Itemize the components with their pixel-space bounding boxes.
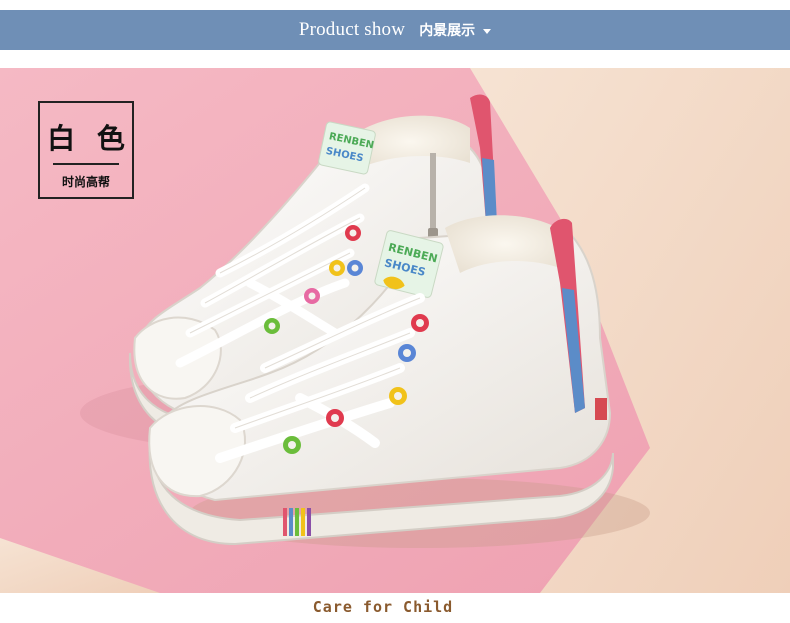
- color-tag-divider: [53, 163, 119, 165]
- color-tag-subtitle: 时尚高帮: [61, 175, 110, 189]
- product-photo: RENBEN SHOES RENBEN SHOES 白 色 时尚高帮: [0, 68, 790, 593]
- caret-down-icon[interactable]: [483, 28, 492, 34]
- footer-slogan: Care for Child: [312, 598, 454, 616]
- section-title: Product show: [298, 19, 406, 40]
- section-header-bar: Product show 内景展示: [0, 10, 790, 50]
- color-tag: 白 色 时尚高帮: [38, 101, 134, 199]
- color-tag-title: 白 色: [47, 122, 131, 155]
- section-subtitle[interactable]: 内景展示: [419, 20, 475, 40]
